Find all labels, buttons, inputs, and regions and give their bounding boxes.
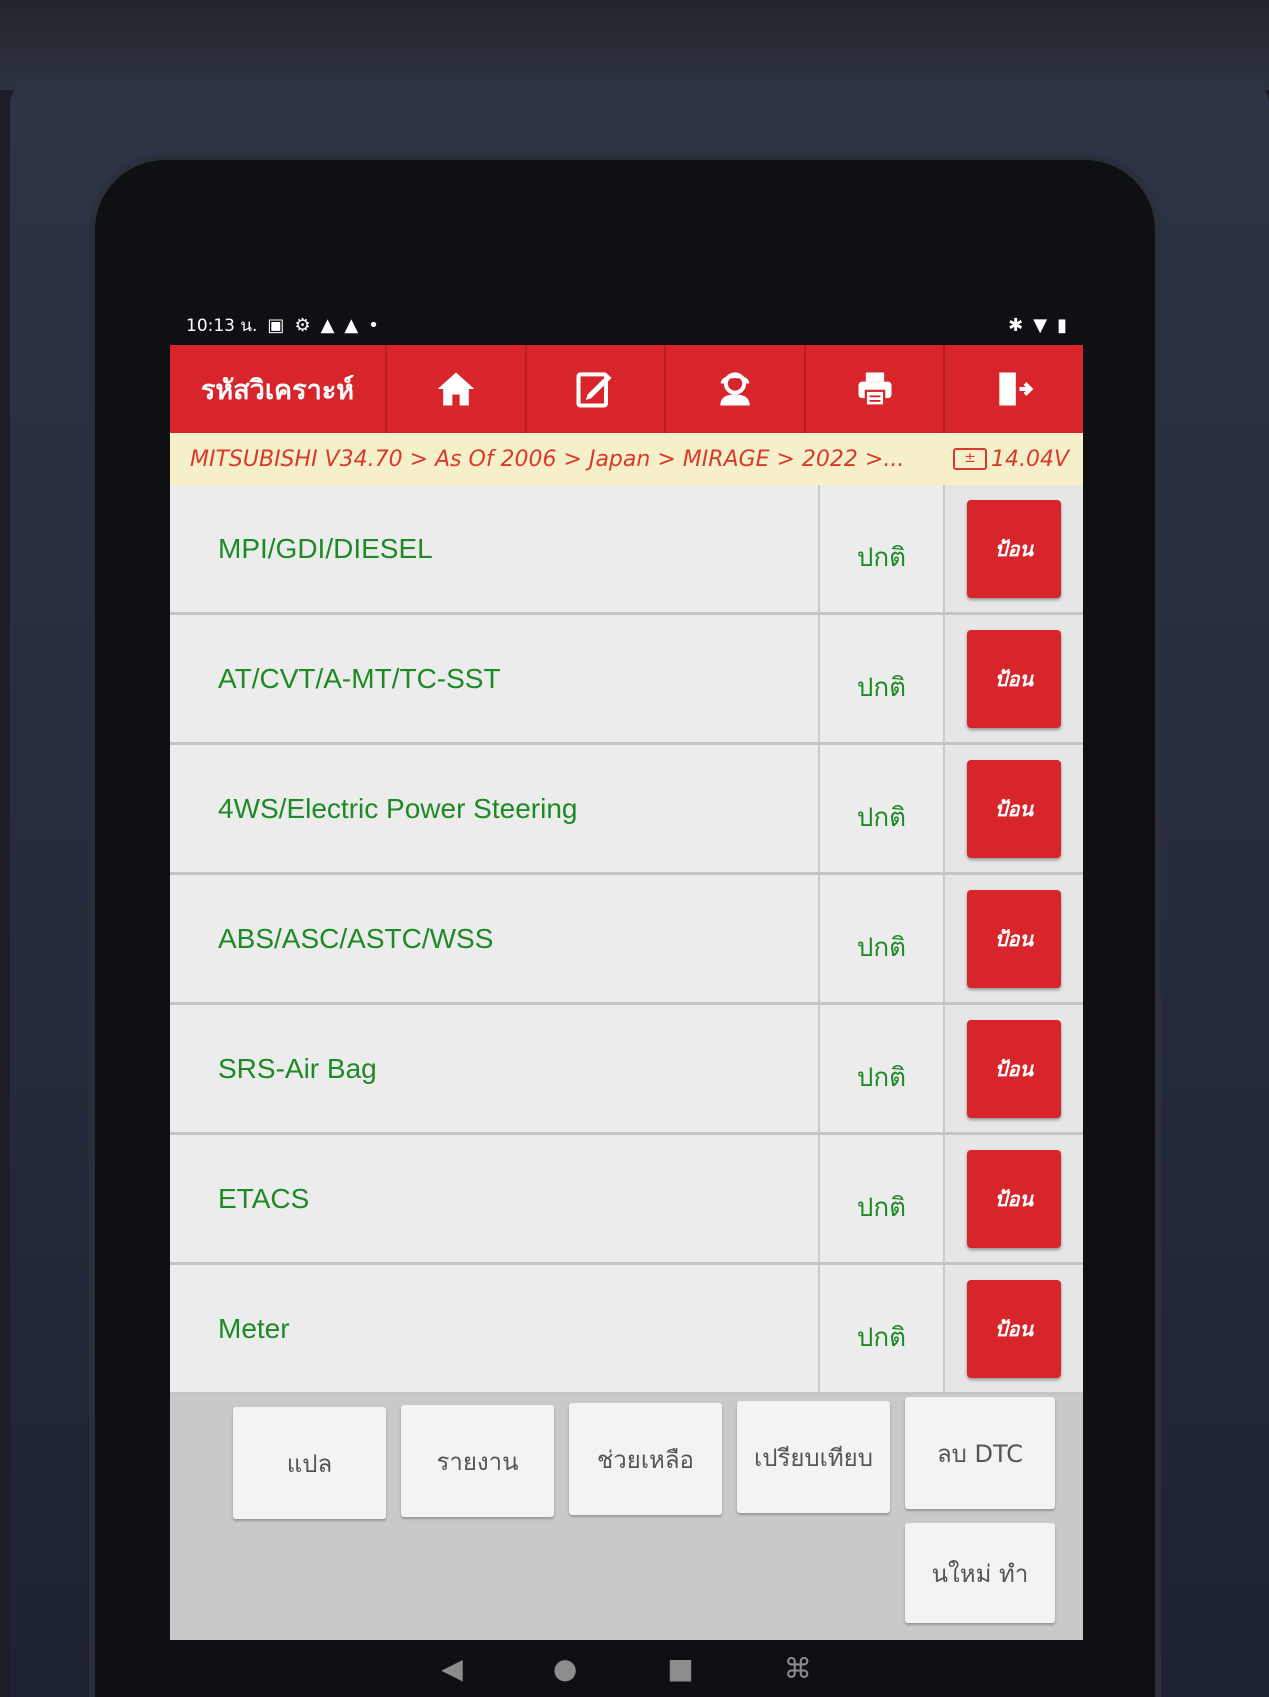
- enter-cell: ป้อน: [945, 1265, 1083, 1395]
- system-status: ปกติ: [820, 875, 945, 1005]
- wifi-icon: ▼: [1033, 314, 1048, 336]
- support-agent-icon: [720, 372, 750, 406]
- system-status: ปกติ: [820, 1265, 945, 1395]
- rescan-button[interactable]: นใหม่ ทำ: [905, 1523, 1055, 1623]
- list-item: Meter ปกติ ป้อน: [170, 1265, 1083, 1395]
- warning-icon: ▲: [320, 314, 335, 336]
- home-button[interactable]: [385, 345, 525, 433]
- list-item: 4WS/Electric Power Steering ปกติ ป้อน: [170, 745, 1083, 875]
- system-name: ETACS: [170, 1135, 820, 1265]
- enter-cell: ป้อน: [945, 485, 1083, 615]
- recents-icon[interactable]: ■: [667, 1652, 693, 1685]
- voltage-readout: ± 14.04V: [952, 446, 1069, 472]
- voltage-value: 14.04V: [990, 446, 1069, 472]
- list-item: AT/CVT/A-MT/TC-SST ปกติ ป้อน: [170, 615, 1083, 745]
- print-icon: [858, 372, 892, 407]
- enter-cell: ป้อน: [945, 615, 1083, 745]
- enter-button[interactable]: ป้อน: [967, 1149, 1061, 1248]
- system-name: MPI/GDI/DIESEL: [170, 485, 820, 615]
- system-list: MPI/GDI/DIESEL ปกติ ป้อน AT/CVT/A-MT/TC-…: [170, 485, 1083, 1395]
- home-icon: [437, 372, 475, 406]
- home-circle-icon[interactable]: ●: [553, 1652, 577, 1685]
- enter-cell: ป้อน: [945, 745, 1083, 875]
- compare-button[interactable]: เปรียบเทียบ: [737, 1401, 890, 1513]
- enter-cell: ป้อน: [945, 875, 1083, 1005]
- system-name: Meter: [170, 1265, 820, 1395]
- battery-icon: ▮: [1057, 314, 1067, 336]
- system-status: ปกติ: [820, 485, 945, 615]
- enter-cell: ป้อน: [945, 1005, 1083, 1135]
- system-status: ปกติ: [820, 1135, 945, 1265]
- edit-icon: [576, 372, 612, 408]
- status-bar-left: 10:13 น. ▣ ⚙ ▲ ▲ •: [186, 312, 379, 339]
- system-name: SRS-Air Bag: [170, 1005, 820, 1135]
- report-button[interactable]: รายงาน: [401, 1405, 554, 1517]
- screenshot-icon[interactable]: ⌘: [784, 1652, 812, 1685]
- system-status: ปกติ: [820, 1005, 945, 1135]
- system-name: 4WS/Electric Power Steering: [170, 745, 820, 875]
- android-nav-bar: ◀ ● ■ ⌘: [170, 1640, 1083, 1697]
- enter-button[interactable]: ป้อน: [967, 1279, 1061, 1378]
- function-bar: แปล รายงาน ช่วยเหลือ เปรียบเทียบ ลบ DTC …: [170, 1395, 1083, 1640]
- clear-dtc-button[interactable]: ลบ DTC: [905, 1397, 1055, 1509]
- exit-button[interactable]: [943, 345, 1083, 433]
- enter-button[interactable]: ป้อน: [967, 889, 1061, 988]
- list-item: MPI/GDI/DIESEL ปกติ ป้อน: [170, 485, 1083, 615]
- car-battery-icon: ±: [952, 448, 987, 470]
- bluetooth-icon: ✱: [1008, 314, 1024, 336]
- warning-icon: ▲: [344, 314, 359, 336]
- back-icon[interactable]: ◀: [441, 1652, 463, 1685]
- breadcrumb: MITSUBISHI V34.70 > As Of 2006 > Japan >…: [170, 433, 1083, 485]
- enter-button[interactable]: ป้อน: [967, 629, 1061, 728]
- system-name: ABS/ASC/ASTC/WSS: [170, 875, 820, 1005]
- enter-button[interactable]: ป้อน: [967, 1019, 1061, 1118]
- translate-button[interactable]: แปล: [233, 1407, 386, 1519]
- enter-button[interactable]: ป้อน: [967, 759, 1061, 858]
- print-button[interactable]: [803, 345, 944, 433]
- photo-background: [0, 0, 1269, 90]
- dot-icon: •: [368, 314, 379, 336]
- calendar-icon: ▣: [267, 314, 285, 336]
- enter-cell: ป้อน: [945, 1135, 1083, 1265]
- exit-icon: [999, 372, 1034, 406]
- breadcrumb-path: MITSUBISHI V34.70 > As Of 2006 > Japan >…: [190, 446, 905, 472]
- status-time: 10:13 น.: [186, 315, 258, 336]
- status-bar: 10:13 น. ▣ ⚙ ▲ ▲ • ✱ ▼ ▮: [170, 305, 1083, 345]
- help-button[interactable]: ช่วยเหลือ: [569, 1403, 722, 1515]
- status-bar-right: ✱ ▼ ▮: [1008, 315, 1067, 336]
- system-name: AT/CVT/A-MT/TC-SST: [170, 615, 820, 745]
- support-button[interactable]: [664, 345, 804, 433]
- page-title: รหัสวิเคราะห์: [200, 374, 355, 406]
- enter-button[interactable]: ป้อน: [967, 499, 1061, 598]
- settings-circle-icon: ⚙: [294, 314, 311, 336]
- edit-button[interactable]: [524, 345, 665, 433]
- top-toolbar: รหัสวิเคราะห์: [170, 345, 1083, 433]
- system-status: ปกติ: [820, 745, 945, 875]
- list-item: ABS/ASC/ASTC/WSS ปกติ ป้อน: [170, 875, 1083, 1005]
- list-item: ETACS ปกติ ป้อน: [170, 1135, 1083, 1265]
- list-item: SRS-Air Bag ปกติ ป้อน: [170, 1005, 1083, 1135]
- system-status: ปกติ: [820, 615, 945, 745]
